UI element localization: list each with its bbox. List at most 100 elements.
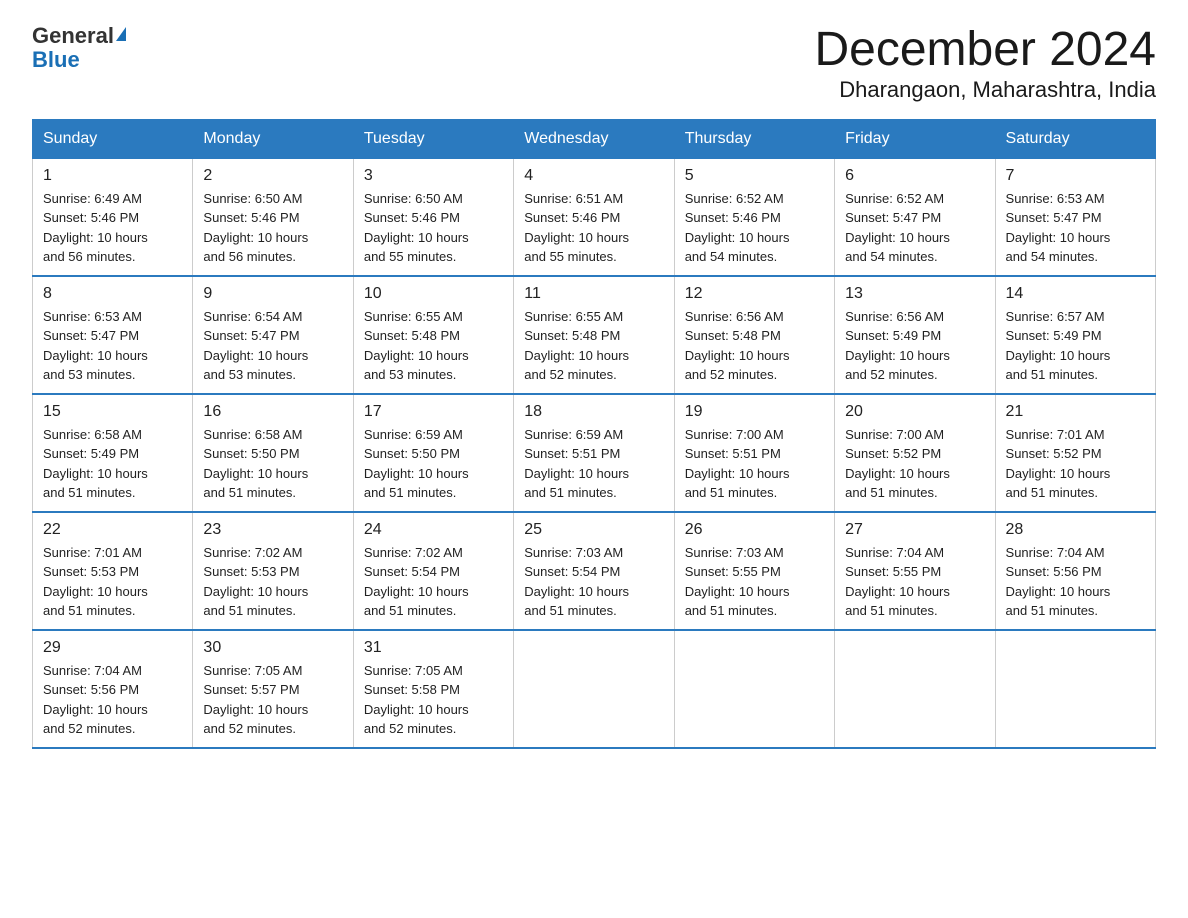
- calendar-day-cell: 16 Sunrise: 6:58 AM Sunset: 5:50 PM Dayl…: [193, 394, 353, 512]
- day-number: 15: [43, 403, 182, 421]
- day-info: Sunrise: 7:00 AM Sunset: 5:51 PM Dayligh…: [685, 425, 824, 503]
- day-info: Sunrise: 6:58 AM Sunset: 5:50 PM Dayligh…: [203, 425, 342, 503]
- calendar-day-cell: 20 Sunrise: 7:00 AM Sunset: 5:52 PM Dayl…: [835, 394, 995, 512]
- calendar-day-cell: 12 Sunrise: 6:56 AM Sunset: 5:48 PM Dayl…: [674, 276, 834, 394]
- calendar-day-cell: 28 Sunrise: 7:04 AM Sunset: 5:56 PM Dayl…: [995, 512, 1155, 630]
- day-info: Sunrise: 6:55 AM Sunset: 5:48 PM Dayligh…: [364, 307, 503, 385]
- day-number: 20: [845, 403, 984, 421]
- day-info: Sunrise: 7:04 AM Sunset: 5:56 PM Dayligh…: [43, 661, 182, 739]
- day-info: Sunrise: 7:02 AM Sunset: 5:53 PM Dayligh…: [203, 543, 342, 621]
- day-number: 9: [203, 285, 342, 303]
- day-info: Sunrise: 7:04 AM Sunset: 5:55 PM Dayligh…: [845, 543, 984, 621]
- day-info: Sunrise: 6:55 AM Sunset: 5:48 PM Dayligh…: [524, 307, 663, 385]
- logo: General Blue: [32, 24, 126, 72]
- calendar-day-cell: 6 Sunrise: 6:52 AM Sunset: 5:47 PM Dayli…: [835, 158, 995, 276]
- calendar-day-cell: [835, 630, 995, 748]
- day-number: 19: [685, 403, 824, 421]
- calendar-week-row: 8 Sunrise: 6:53 AM Sunset: 5:47 PM Dayli…: [33, 276, 1156, 394]
- logo-blue: Blue: [32, 48, 80, 72]
- day-info: Sunrise: 7:01 AM Sunset: 5:52 PM Dayligh…: [1006, 425, 1145, 503]
- calendar-day-cell: 31 Sunrise: 7:05 AM Sunset: 5:58 PM Dayl…: [353, 630, 513, 748]
- day-info: Sunrise: 6:52 AM Sunset: 5:47 PM Dayligh…: [845, 189, 984, 267]
- calendar-day-cell: 26 Sunrise: 7:03 AM Sunset: 5:55 PM Dayl…: [674, 512, 834, 630]
- calendar-day-cell: 23 Sunrise: 7:02 AM Sunset: 5:53 PM Dayl…: [193, 512, 353, 630]
- day-info: Sunrise: 6:59 AM Sunset: 5:51 PM Dayligh…: [524, 425, 663, 503]
- day-of-week-header: Saturday: [995, 119, 1155, 158]
- calendar-day-cell: 3 Sunrise: 6:50 AM Sunset: 5:46 PM Dayli…: [353, 158, 513, 276]
- day-number: 13: [845, 285, 984, 303]
- calendar-day-cell: 7 Sunrise: 6:53 AM Sunset: 5:47 PM Dayli…: [995, 158, 1155, 276]
- day-info: Sunrise: 7:03 AM Sunset: 5:55 PM Dayligh…: [685, 543, 824, 621]
- logo-triangle-icon: [116, 27, 126, 41]
- calendar-day-cell: 15 Sunrise: 6:58 AM Sunset: 5:49 PM Dayl…: [33, 394, 193, 512]
- day-info: Sunrise: 6:57 AM Sunset: 5:49 PM Dayligh…: [1006, 307, 1145, 385]
- calendar-day-cell: 22 Sunrise: 7:01 AM Sunset: 5:53 PM Dayl…: [33, 512, 193, 630]
- calendar-day-cell: 9 Sunrise: 6:54 AM Sunset: 5:47 PM Dayli…: [193, 276, 353, 394]
- calendar-day-cell: 19 Sunrise: 7:00 AM Sunset: 5:51 PM Dayl…: [674, 394, 834, 512]
- day-info: Sunrise: 7:00 AM Sunset: 5:52 PM Dayligh…: [845, 425, 984, 503]
- calendar-day-cell: 17 Sunrise: 6:59 AM Sunset: 5:50 PM Dayl…: [353, 394, 513, 512]
- day-info: Sunrise: 6:50 AM Sunset: 5:46 PM Dayligh…: [364, 189, 503, 267]
- day-number: 10: [364, 285, 503, 303]
- day-of-week-header: Monday: [193, 119, 353, 158]
- day-info: Sunrise: 6:52 AM Sunset: 5:46 PM Dayligh…: [685, 189, 824, 267]
- calendar-day-cell: [514, 630, 674, 748]
- calendar-day-cell: 25 Sunrise: 7:03 AM Sunset: 5:54 PM Dayl…: [514, 512, 674, 630]
- calendar-day-cell: 24 Sunrise: 7:02 AM Sunset: 5:54 PM Dayl…: [353, 512, 513, 630]
- day-number: 16: [203, 403, 342, 421]
- day-number: 28: [1006, 521, 1145, 539]
- calendar-day-cell: [995, 630, 1155, 748]
- day-number: 11: [524, 285, 663, 303]
- calendar-week-row: 29 Sunrise: 7:04 AM Sunset: 5:56 PM Dayl…: [33, 630, 1156, 748]
- day-info: Sunrise: 7:02 AM Sunset: 5:54 PM Dayligh…: [364, 543, 503, 621]
- calendar-day-cell: [674, 630, 834, 748]
- title-block: December 2024 Dharangaon, Maharashtra, I…: [814, 24, 1156, 103]
- day-of-week-header: Wednesday: [514, 119, 674, 158]
- calendar-day-cell: 10 Sunrise: 6:55 AM Sunset: 5:48 PM Dayl…: [353, 276, 513, 394]
- day-number: 6: [845, 167, 984, 185]
- day-of-week-header: Sunday: [33, 119, 193, 158]
- day-number: 17: [364, 403, 503, 421]
- calendar-day-cell: 18 Sunrise: 6:59 AM Sunset: 5:51 PM Dayl…: [514, 394, 674, 512]
- day-number: 5: [685, 167, 824, 185]
- day-number: 4: [524, 167, 663, 185]
- day-number: 21: [1006, 403, 1145, 421]
- day-info: Sunrise: 6:59 AM Sunset: 5:50 PM Dayligh…: [364, 425, 503, 503]
- calendar-title: December 2024: [814, 24, 1156, 77]
- calendar-day-cell: 5 Sunrise: 6:52 AM Sunset: 5:46 PM Dayli…: [674, 158, 834, 276]
- calendar-week-row: 15 Sunrise: 6:58 AM Sunset: 5:49 PM Dayl…: [33, 394, 1156, 512]
- calendar-week-row: 22 Sunrise: 7:01 AM Sunset: 5:53 PM Dayl…: [33, 512, 1156, 630]
- day-number: 29: [43, 639, 182, 657]
- calendar-day-cell: 8 Sunrise: 6:53 AM Sunset: 5:47 PM Dayli…: [33, 276, 193, 394]
- calendar-day-cell: 14 Sunrise: 6:57 AM Sunset: 5:49 PM Dayl…: [995, 276, 1155, 394]
- day-info: Sunrise: 6:49 AM Sunset: 5:46 PM Dayligh…: [43, 189, 182, 267]
- day-number: 22: [43, 521, 182, 539]
- calendar-day-cell: 11 Sunrise: 6:55 AM Sunset: 5:48 PM Dayl…: [514, 276, 674, 394]
- calendar-week-row: 1 Sunrise: 6:49 AM Sunset: 5:46 PM Dayli…: [33, 158, 1156, 276]
- day-number: 25: [524, 521, 663, 539]
- day-info: Sunrise: 6:54 AM Sunset: 5:47 PM Dayligh…: [203, 307, 342, 385]
- day-number: 8: [43, 285, 182, 303]
- day-info: Sunrise: 6:53 AM Sunset: 5:47 PM Dayligh…: [1006, 189, 1145, 267]
- day-number: 30: [203, 639, 342, 657]
- calendar-subtitle: Dharangaon, Maharashtra, India: [814, 77, 1156, 103]
- day-info: Sunrise: 7:01 AM Sunset: 5:53 PM Dayligh…: [43, 543, 182, 621]
- day-number: 3: [364, 167, 503, 185]
- day-info: Sunrise: 7:04 AM Sunset: 5:56 PM Dayligh…: [1006, 543, 1145, 621]
- day-number: 31: [364, 639, 503, 657]
- day-of-week-header: Tuesday: [353, 119, 513, 158]
- logo-general: General: [32, 24, 114, 48]
- day-number: 12: [685, 285, 824, 303]
- header: General Blue December 2024 Dharangaon, M…: [32, 24, 1156, 103]
- calendar-header-row: SundayMondayTuesdayWednesdayThursdayFrid…: [33, 119, 1156, 158]
- day-info: Sunrise: 6:50 AM Sunset: 5:46 PM Dayligh…: [203, 189, 342, 267]
- day-number: 2: [203, 167, 342, 185]
- calendar-day-cell: 2 Sunrise: 6:50 AM Sunset: 5:46 PM Dayli…: [193, 158, 353, 276]
- day-number: 18: [524, 403, 663, 421]
- day-info: Sunrise: 6:53 AM Sunset: 5:47 PM Dayligh…: [43, 307, 182, 385]
- calendar-day-cell: 30 Sunrise: 7:05 AM Sunset: 5:57 PM Dayl…: [193, 630, 353, 748]
- calendar-day-cell: 29 Sunrise: 7:04 AM Sunset: 5:56 PM Dayl…: [33, 630, 193, 748]
- calendar-table: SundayMondayTuesdayWednesdayThursdayFrid…: [32, 119, 1156, 749]
- day-number: 24: [364, 521, 503, 539]
- day-number: 23: [203, 521, 342, 539]
